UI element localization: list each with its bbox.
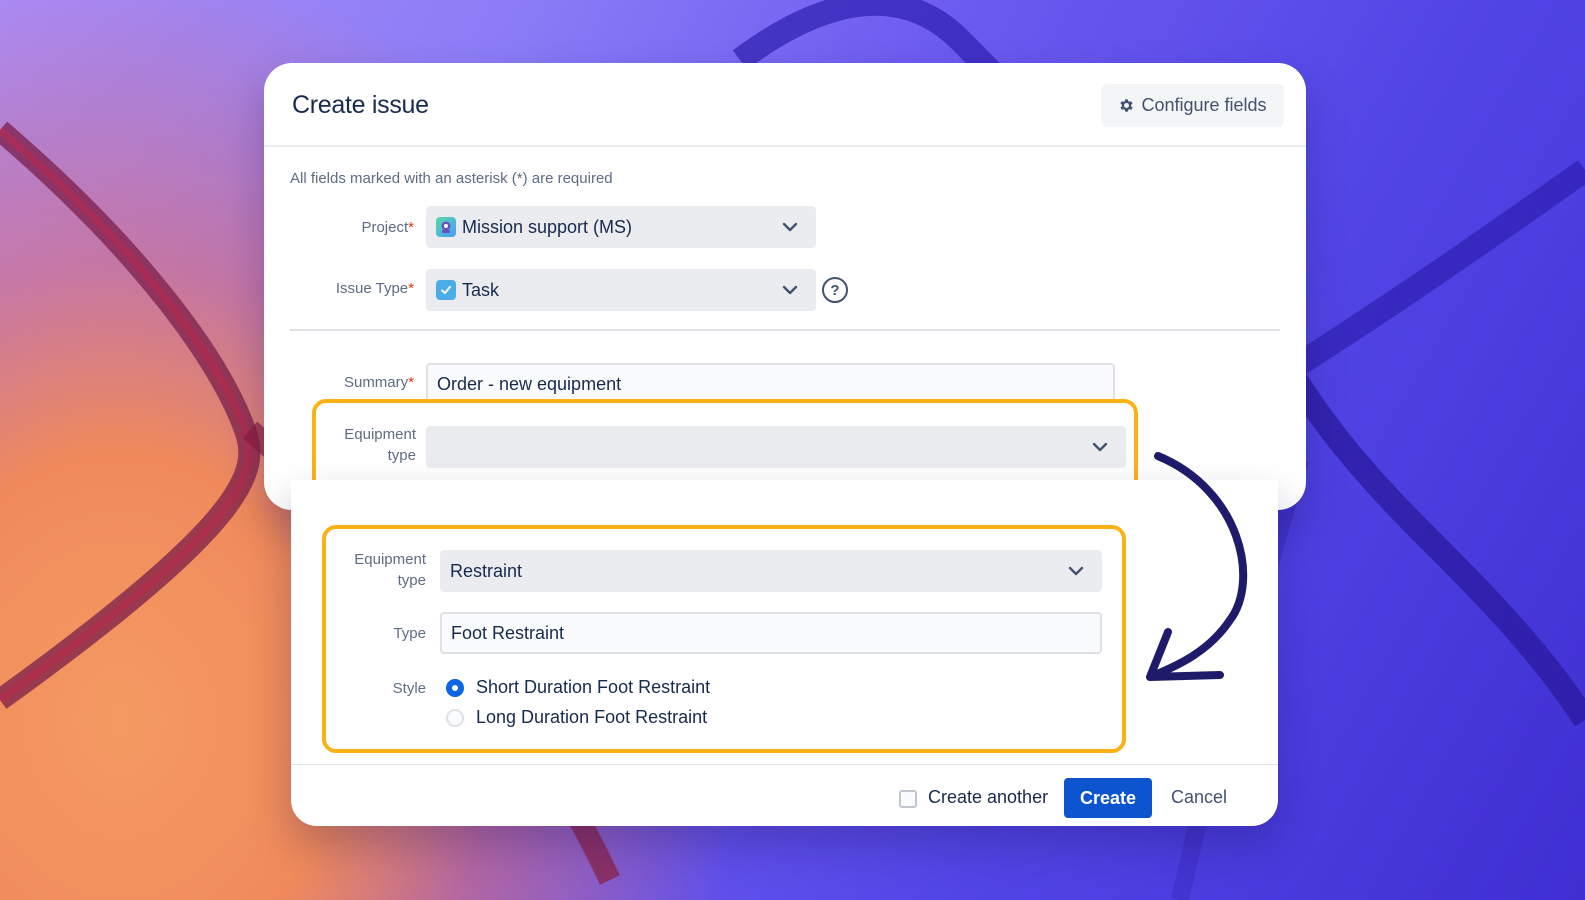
style-option-label: Short Duration Foot Restraint [476,677,711,697]
type-input[interactable]: Foot Restraint [440,612,1102,654]
equipment-type-select[interactable]: Restraint [440,550,1102,592]
section-divider [290,329,1280,331]
style-label: Style [392,680,426,697]
configure-fields-label: Configure fields [1141,95,1267,115]
issue-type-label: Issue Type* [274,278,414,299]
chevron-down-icon [782,285,798,295]
dialog-title: Create issue [292,91,429,119]
radio-unselected-icon[interactable] [446,708,464,727]
style-option-label: Long Duration Foot Restraint [476,707,708,727]
footer-divider [291,764,1278,765]
style-option-long[interactable]: Long Duration Foot Restraint [446,707,707,728]
type-label: Type [393,625,426,642]
equipment-type-label-line2: type [387,447,416,464]
create-another-checkbox[interactable] [899,790,917,808]
cancel-button[interactable]: Cancel [1171,787,1227,808]
equipment-type-value: Restraint [450,560,523,581]
required-asterisk: * [408,219,414,236]
curved-arrow-icon [1146,452,1248,681]
required-asterisk: * [408,280,414,297]
required-note: All fields marked with an asterisk (*) a… [290,170,613,187]
create-button[interactable]: Create [1064,778,1152,818]
equipment-type-label-line1: Equipment [344,426,416,443]
help-icon[interactable]: ? [822,277,848,303]
project-select[interactable]: Mission support (MS) [426,206,816,248]
project-avatar-icon [436,217,456,237]
summary-label-text: Summary [343,374,409,391]
chevron-down-icon [782,222,798,232]
task-check-icon [436,280,456,300]
chevron-down-icon [1068,566,1084,576]
equipment-type-label-line1: Equipment [354,551,426,568]
equipment-type-select-empty[interactable] [426,426,1126,468]
configure-fields-button[interactable]: Configure fields [1101,84,1284,127]
gear-icon [1120,99,1134,112]
summary-value: Order - new equipment [437,373,622,394]
issue-type-select[interactable]: Task [426,269,816,311]
summary-label: Summary* [274,372,414,393]
create-another-label: Create another [928,787,1049,807]
equipment-details-highlight: Equipment type Restraint Type Foot Restr… [322,525,1126,753]
required-asterisk: * [408,374,414,391]
issue-type-value: Task [462,279,500,300]
equipment-type-label-line2: type [397,572,426,589]
type-value: Foot Restraint [451,622,565,643]
style-option-short[interactable]: Short Duration Foot Restraint [446,677,710,698]
project-label-text: Project [361,219,409,236]
header-divider [264,145,1306,147]
chevron-down-icon [1092,442,1108,452]
project-value: Mission support (MS) [462,216,633,237]
radio-selected-icon[interactable] [446,678,464,697]
equipment-type-label: Equipment type [276,424,416,466]
project-label: Project* [274,217,414,238]
issue-type-label-text: Issue Type [335,280,409,297]
equipment-type-label: Equipment type [286,549,426,591]
